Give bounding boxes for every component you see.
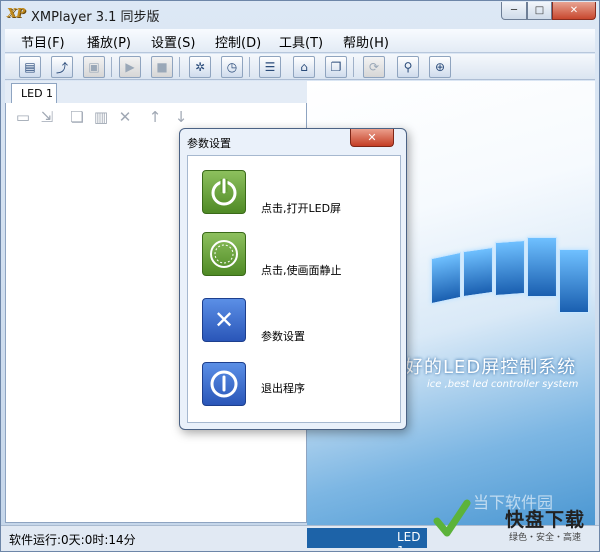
freeze-screen-button[interactable] — [202, 232, 246, 276]
app-logo-icon: XP — [7, 6, 26, 20]
open-led-button[interactable] — [202, 170, 246, 214]
windows-button[interactable]: ❐ — [325, 56, 347, 78]
tab-led-1[interactable]: LED 1 — [11, 83, 57, 103]
tools-icon: ✕ — [213, 306, 235, 334]
preview-panel — [431, 251, 461, 305]
menu-tools[interactable]: 工具(T) — [279, 32, 323, 51]
settings-icon: ✲ — [194, 60, 206, 74]
new-file-icon: ▤ — [24, 60, 36, 74]
toolbar-separator — [179, 57, 180, 77]
open-button[interactable]: ⤴ — [51, 56, 73, 78]
logo-mark-icon — [433, 499, 471, 537]
menu-help[interactable]: 帮助(H) — [343, 32, 389, 51]
menu-bar: 节目(F) 播放(P) 设置(S) 控制(D) 工具(T) 帮助(H) — [5, 29, 595, 53]
minimize-button[interactable]: ─ — [501, 2, 527, 20]
preview-panel — [463, 246, 493, 298]
preview-title: 好的LED屏控制系统 — [405, 357, 577, 378]
paste-icon[interactable]: ▥ — [92, 108, 110, 126]
windows-icon: ❐ — [330, 60, 342, 74]
add-item-icon[interactable]: ▭ — [14, 108, 32, 126]
runtime-status: 软件运行:0天:0时:14分 — [9, 533, 136, 547]
dialog-close-button[interactable]: ✕ — [350, 129, 394, 147]
copy-icon[interactable]: ❏ — [68, 108, 86, 126]
parameter-settings-label: 参数设置 — [261, 330, 305, 343]
maximize-icon: □ — [534, 5, 545, 16]
logo-main-text: 快盘下载 — [505, 509, 586, 531]
settings-button[interactable]: ✲ — [189, 56, 211, 78]
maximize-button[interactable]: □ — [527, 2, 552, 20]
main-toolbar: ▤ ⤴ ▣ ▶ ■ ✲ ◷ ☰ ⌂ ❐ ⟳ ⚲ ⊕ — [5, 54, 595, 80]
globe-button[interactable]: ⊕ — [429, 56, 451, 78]
new-file-button[interactable]: ▤ — [19, 56, 41, 78]
site-logo: 快盘下载 绿色・安全・高速 — [433, 493, 597, 549]
main-window: XP XMPlayer 3.1 同步版 ─ □ ✕ 节目(F) 播放(P) 设置… — [0, 0, 600, 552]
title-bar: XP XMPlayer 3.1 同步版 ─ □ ✕ — [1, 1, 599, 27]
toolbar-separator — [111, 57, 112, 77]
parameter-settings-button[interactable]: ✕ — [202, 298, 246, 342]
screen-button[interactable]: ☰ — [259, 56, 281, 78]
menu-play[interactable]: 播放(P) — [87, 32, 131, 51]
play-button[interactable]: ▶ — [119, 56, 141, 78]
toolbar-separator — [353, 57, 354, 77]
search-icon: ⚲ — [403, 60, 413, 74]
preview-subtitle: ice ,best led controller system — [427, 379, 579, 390]
save-icon: ▣ — [88, 60, 100, 74]
move-down-icon[interactable]: ↓ — [172, 108, 190, 126]
settings-dialog: 参数设置 ✕ 点击,打开LED屏 点击,使画面静止 ✕ 参数设置 退出程序 — [179, 128, 407, 430]
exit-button[interactable] — [202, 362, 246, 406]
time-sync-icon: ◷ — [226, 60, 238, 74]
power-icon — [211, 178, 237, 206]
menu-settings[interactable]: 设置(S) — [151, 32, 195, 51]
play-icon: ▶ — [125, 60, 135, 74]
close-icon: ✕ — [367, 131, 377, 144]
lock-button[interactable]: ⌂ — [293, 56, 315, 78]
exit-label: 退出程序 — [261, 382, 305, 395]
stop-icon: ■ — [156, 60, 168, 74]
dialog-body: 点击,打开LED屏 点击,使画面静止 ✕ 参数设置 退出程序 — [187, 155, 401, 423]
menu-program[interactable]: 节目(F) — [21, 32, 65, 51]
edit-toolbar: ▭ ⇲ ❏ ▥ ✕ ↑ ↓ — [5, 103, 307, 131]
open-led-label: 点击,打开LED屏 — [261, 202, 342, 215]
globe-icon: ⊕ — [434, 60, 446, 74]
save-button[interactable]: ▣ — [83, 56, 105, 78]
open-folder-icon: ⤴ — [55, 60, 68, 75]
dialog-title: 参数设置 — [187, 137, 231, 150]
close-icon: ✕ — [569, 5, 579, 16]
refresh-icon: ⟳ — [368, 60, 380, 74]
freeze-screen-label: 点击,使画面静止 — [261, 264, 342, 277]
toolbar-separator — [249, 57, 250, 77]
freeze-clock-icon — [210, 240, 238, 268]
close-button[interactable]: ✕ — [552, 2, 596, 20]
led-status: LED 1 — [307, 528, 427, 548]
move-up-icon[interactable]: ↑ — [146, 108, 164, 126]
search-button[interactable]: ⚲ — [397, 56, 419, 78]
preview-panel — [495, 239, 525, 297]
lock-icon: ⌂ — [300, 60, 308, 74]
preview-panel — [527, 237, 557, 297]
program-tabstrip: LED 1 — [5, 81, 307, 103]
stop-button[interactable]: ■ — [151, 56, 173, 78]
delete-icon[interactable]: ✕ — [116, 108, 134, 126]
logo-sub-text: 绿色・安全・高速 — [509, 533, 582, 543]
time-sync-button[interactable]: ◷ — [221, 56, 243, 78]
menu-control[interactable]: 控制(D) — [215, 32, 261, 51]
exit-icon — [210, 370, 238, 398]
window-title: XMPlayer 3.1 同步版 — [31, 10, 160, 25]
insert-icon[interactable]: ⇲ — [38, 108, 56, 126]
refresh-button[interactable]: ⟳ — [363, 56, 385, 78]
preview-panel — [559, 249, 589, 313]
minimize-icon: ─ — [510, 5, 518, 16]
screen-icon: ☰ — [264, 60, 276, 74]
